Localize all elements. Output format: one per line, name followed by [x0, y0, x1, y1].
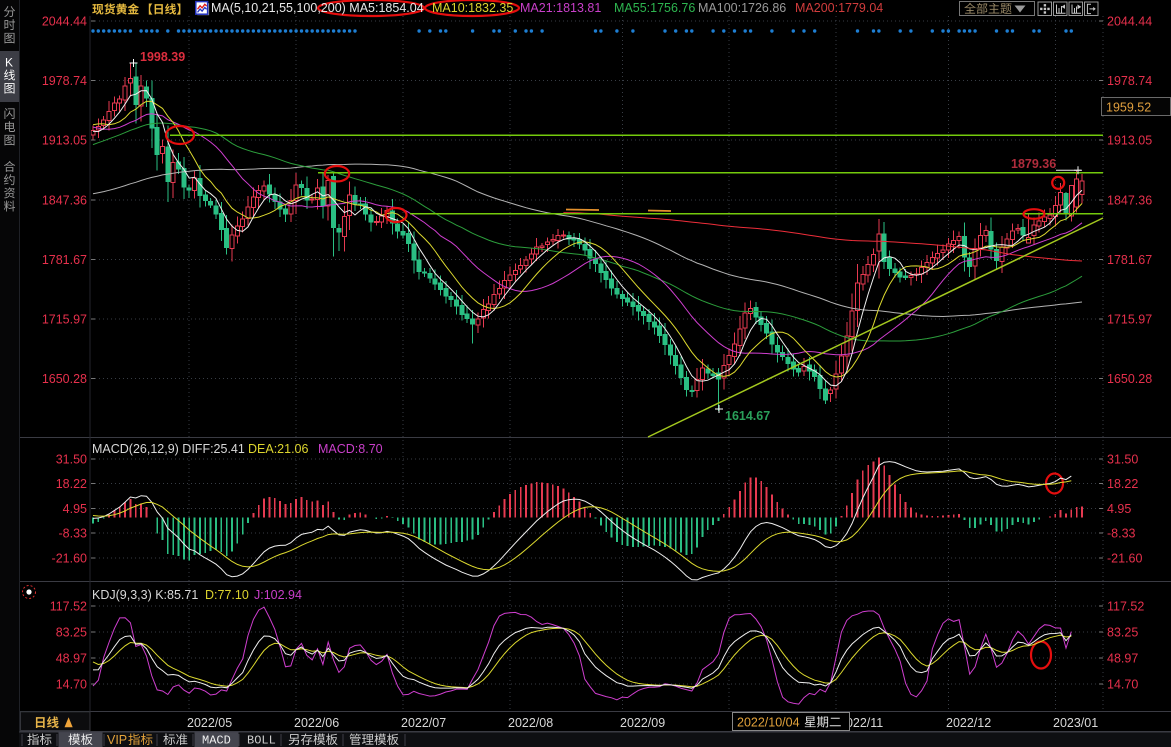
svg-text:MA(5,10,21,55,100,200) MA5:18: MA(5,10,21,55,100,200) MA5:1854.04: [211, 1, 424, 15]
svg-text:2022/08: 2022/08: [508, 716, 553, 730]
svg-text:DEA:21.06: DEA:21.06: [248, 442, 309, 456]
svg-text:4.95: 4.95: [1107, 502, 1131, 516]
svg-text:2044.44: 2044.44: [1107, 14, 1152, 28]
svg-text:1781.67: 1781.67: [42, 253, 87, 267]
svg-text:2022/07: 2022/07: [401, 716, 446, 730]
svg-text:1650.28: 1650.28: [1107, 372, 1152, 386]
svg-text:48.97: 48.97: [56, 652, 87, 666]
svg-text:1879.36: 1879.36: [1011, 157, 1056, 171]
svg-text:2022/10/04: 2022/10/04: [737, 716, 800, 730]
svg-text:2022/12: 2022/12: [946, 716, 991, 730]
svg-text:MA55:1756.76: MA55:1756.76: [614, 1, 695, 15]
svg-text:MA100:1726.86: MA100:1726.86: [698, 1, 786, 15]
svg-text:MACD(26,12,9) DIFF:25.41: MACD(26,12,9) DIFF:25.41: [92, 442, 245, 456]
svg-text:1978.74: 1978.74: [42, 74, 87, 88]
svg-text:VIP: VIP: [107, 733, 127, 747]
svg-text:1715.97: 1715.97: [1107, 313, 1152, 327]
svg-text:BOLL: BOLL: [247, 734, 276, 747]
svg-text:-8.33: -8.33: [1107, 527, 1136, 541]
svg-text:KDJ(9,3,3) K:85.71: KDJ(9,3,3) K:85.71: [92, 588, 198, 602]
svg-text:1847.36: 1847.36: [42, 193, 87, 207]
svg-text:2022/06: 2022/06: [294, 716, 339, 730]
svg-text:1650.28: 1650.28: [42, 372, 87, 386]
svg-text:18.22: 18.22: [1107, 477, 1138, 491]
svg-text:2022/05: 2022/05: [187, 716, 232, 730]
svg-text:MA21:1813.81: MA21:1813.81: [520, 1, 601, 15]
svg-text:14.70: 14.70: [1107, 677, 1138, 691]
svg-text:48.97: 48.97: [1107, 652, 1138, 666]
svg-text:2044.44: 2044.44: [42, 14, 87, 28]
svg-text:1959.52: 1959.52: [1106, 101, 1151, 115]
svg-text:MACD: MACD: [202, 734, 231, 747]
svg-text:117.52: 117.52: [1107, 600, 1144, 614]
svg-text:K: K: [5, 56, 13, 70]
svg-text:31.50: 31.50: [56, 453, 87, 467]
svg-text:1715.97: 1715.97: [42, 313, 87, 327]
svg-text:18.22: 18.22: [56, 477, 87, 491]
svg-text:1614.67: 1614.67: [725, 409, 770, 423]
svg-text:MA10:1832.35: MA10:1832.35: [432, 1, 513, 15]
svg-text:MA200:1779.04: MA200:1779.04: [795, 1, 883, 15]
svg-text:1978.74: 1978.74: [1107, 74, 1152, 88]
svg-text:D:77.10: D:77.10: [205, 588, 249, 602]
svg-text:1913.05: 1913.05: [1107, 134, 1152, 148]
svg-text:31.50: 31.50: [1107, 453, 1138, 467]
svg-text:83.25: 83.25: [1107, 626, 1138, 640]
svg-text:1913.05: 1913.05: [42, 134, 87, 148]
svg-text:4.95: 4.95: [63, 502, 87, 516]
svg-text:117.52: 117.52: [50, 600, 87, 614]
svg-text:14.70: 14.70: [56, 677, 87, 691]
svg-text:-8.33: -8.33: [59, 527, 88, 541]
svg-text:2023/01: 2023/01: [1053, 716, 1098, 730]
svg-text:J:102.94: J:102.94: [254, 588, 302, 602]
svg-text:-21.60: -21.60: [1107, 551, 1142, 565]
svg-text:-21.60: -21.60: [52, 551, 87, 565]
svg-text:2022/09: 2022/09: [620, 716, 665, 730]
svg-text:MACD:8.70: MACD:8.70: [318, 442, 383, 456]
svg-text:1781.67: 1781.67: [1107, 253, 1152, 267]
svg-text:1847.36: 1847.36: [1107, 193, 1152, 207]
svg-text:1998.39: 1998.39: [140, 50, 185, 64]
svg-text:83.25: 83.25: [56, 626, 87, 640]
